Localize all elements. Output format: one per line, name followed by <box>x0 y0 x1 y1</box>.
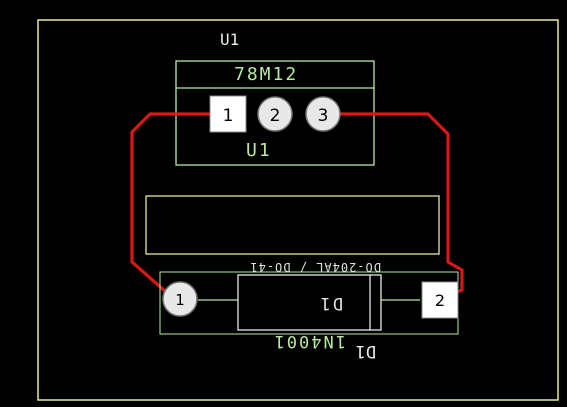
u1-pad-1[interactable]: 1 <box>209 95 247 133</box>
d1-value-label: 1N4001 <box>273 331 346 351</box>
u1-pad-1-label: 1 <box>223 106 234 126</box>
d1-pad-1[interactable]: 1 <box>162 281 198 317</box>
u1-inner-refdes-label: U1 <box>246 140 272 161</box>
u1-value-label: 78M12 <box>234 64 298 85</box>
u1-pad-3[interactable]: 3 <box>305 96 341 132</box>
u1-pad-3-label: 3 <box>318 106 329 126</box>
pcb-layout-canvas: U1 78M12 U1 1 2 3 DO-204AL / DO-41 D1 1N… <box>0 0 567 407</box>
d1-refdes-label[interactable]: D1 <box>356 341 376 361</box>
d1-inner-refdes-label: D1 <box>319 293 343 313</box>
d1-pad-1-label: 1 <box>175 291 185 309</box>
u1-pad-2-label: 2 <box>270 106 281 126</box>
u1-refdes-label[interactable]: U1 <box>220 30 239 49</box>
d1-pad-2[interactable]: 2 <box>421 281 459 319</box>
u1-pad-2[interactable]: 2 <box>257 96 293 132</box>
d1-pad-2-label: 2 <box>435 291 445 310</box>
